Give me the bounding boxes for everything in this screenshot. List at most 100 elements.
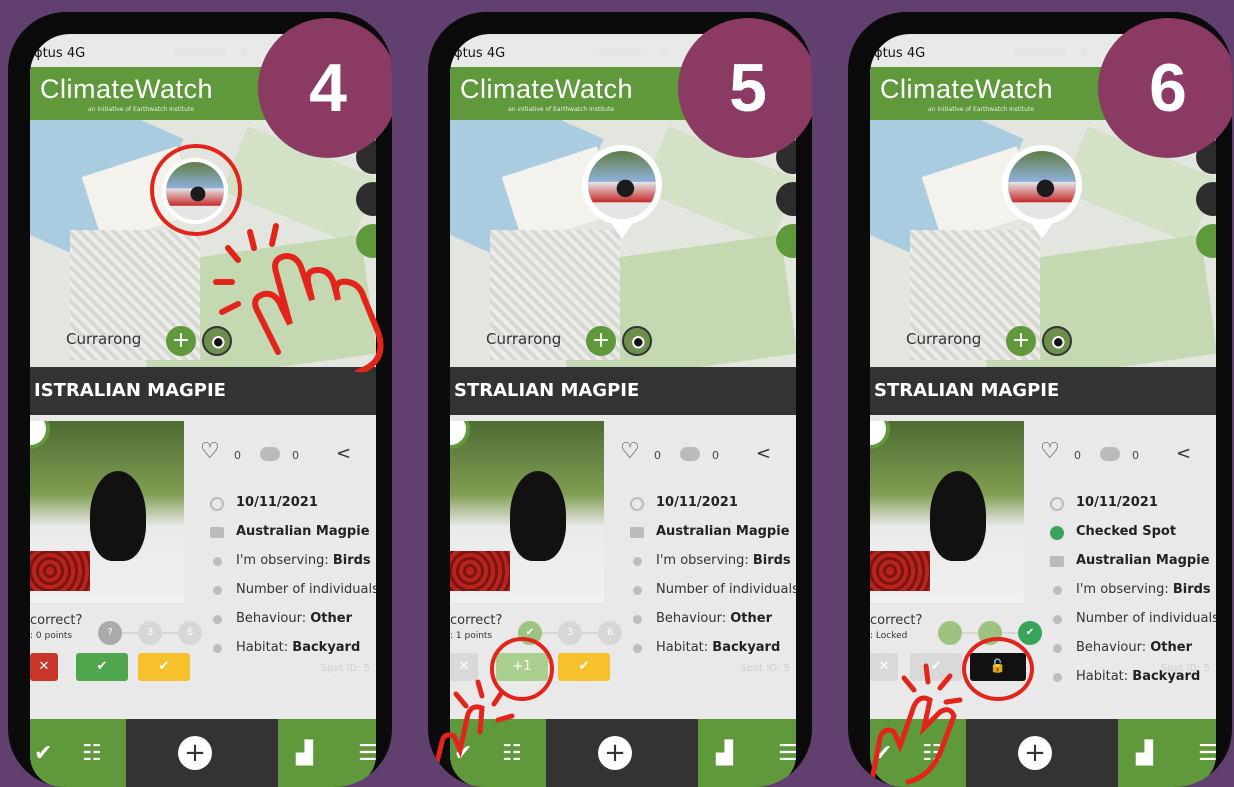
dot-icon: [1053, 615, 1062, 624]
comments-count: 0: [292, 449, 299, 462]
heart-icon[interactable]: ♡: [200, 441, 220, 463]
spot-detail: ♡ 0 0 < 10/11/2021 Australian Magpie I'm…: [450, 415, 796, 709]
bottom-nav: ✔ ☷ + ▟ ☰: [450, 719, 796, 787]
map-marker-photo[interactable]: [582, 145, 662, 239]
heart-icon[interactable]: ♡: [620, 441, 640, 463]
dot-icon: [633, 586, 642, 595]
add-at-place-button[interactable]: +: [166, 326, 196, 356]
map-marker-photo[interactable]: [1002, 145, 1082, 239]
comment-icon[interactable]: [260, 447, 280, 461]
phone-step-6: ɸtus 4G ClimateWatch an initiative of Ea…: [848, 12, 1232, 787]
spot-photo[interactable]: [30, 421, 184, 603]
spot-thumbnail[interactable]: [622, 326, 652, 356]
progress-step: ?: [98, 621, 122, 645]
map-view[interactable]: Currarong +: [30, 120, 376, 378]
info-species[interactable]: Australian Magpie: [630, 524, 796, 553]
species-title: STRALIAN MAGPIE: [870, 367, 1216, 415]
clock-icon: [630, 497, 644, 511]
info-individuals: Number of individuals: 1: [630, 582, 796, 611]
camera: [1080, 48, 1088, 56]
map-view[interactable]: Currarong +: [870, 120, 1216, 378]
share-icon[interactable]: <: [1176, 443, 1191, 465]
confirm-button[interactable]: ✔: [76, 653, 128, 681]
highlight-circle: [150, 144, 242, 236]
spot-thumbnail[interactable]: [202, 326, 232, 356]
app-logo-subtitle: an initiative of Earthwatch Institute: [88, 106, 195, 113]
expert-confirm-button[interactable]: ✔: [138, 653, 190, 681]
share-icon[interactable]: <: [336, 443, 351, 465]
phone-step-4: ɸtus 4G ClimateWatch an initiative of Ea…: [8, 12, 392, 787]
expert-confirm-button[interactable]: ✔: [558, 653, 610, 681]
reject-button[interactable]: ✕: [450, 653, 478, 681]
spot-info-list: 10/11/2021 Australian Magpie I'm observi…: [210, 495, 376, 669]
camera: [660, 48, 668, 56]
dot-icon: [633, 615, 642, 624]
app-logo: ClimateWatch: [40, 74, 214, 104]
comments-count: 0: [1132, 449, 1139, 462]
phone-step-5: ɸtus 4G ClimateWatch an initiative of Ea…: [428, 12, 812, 787]
share-icon[interactable]: <: [756, 443, 771, 465]
reject-button[interactable]: ✕: [30, 653, 58, 681]
dot-icon: [213, 586, 222, 595]
info-species[interactable]: Australian Magpie: [210, 524, 376, 553]
dot-icon: [213, 615, 222, 624]
clock-icon: [1050, 497, 1064, 511]
progress-step: 3: [558, 621, 582, 645]
highlight-circle: [490, 637, 554, 701]
spot-info-list: 10/11/2021 Australian Magpie I'm observi…: [630, 495, 796, 669]
highlight-circle: [962, 637, 1034, 701]
spot-id: Spot ID: 5: [1160, 663, 1210, 674]
menu-icon[interactable]: ☰: [358, 741, 376, 766]
folder-icon: [630, 527, 644, 538]
spot-photo[interactable]: [870, 421, 1024, 603]
spot-thumbnail[interactable]: [1042, 326, 1072, 356]
add-spot-button[interactable]: +: [598, 736, 632, 770]
chart-icon[interactable]: ▟: [716, 741, 733, 766]
correct-question: correct?: [30, 613, 83, 628]
check-icon[interactable]: ✔: [874, 741, 892, 766]
dot-icon: [1053, 673, 1062, 682]
list-icon[interactable]: ☷: [922, 741, 942, 766]
chart-icon[interactable]: ▟: [1136, 741, 1153, 766]
info-species[interactable]: Australian Magpie: [1050, 553, 1216, 582]
app-logo-subtitle: an initiative of Earthwatch Institute: [928, 106, 1035, 113]
folder-icon: [210, 527, 224, 538]
place-name: Currarong: [906, 330, 982, 348]
confirm-button[interactable]: ✔: [910, 653, 962, 681]
check-icon[interactable]: ✔: [454, 741, 472, 766]
list-icon[interactable]: ☷: [502, 741, 522, 766]
app-logo-subtitle: an initiative of Earthwatch Institute: [508, 106, 615, 113]
add-spot-button[interactable]: +: [1018, 736, 1052, 770]
check-icon[interactable]: ✔: [34, 741, 52, 766]
info-individuals: Number of individuals: 1: [1050, 611, 1216, 640]
reject-button[interactable]: ✕: [870, 653, 898, 681]
heart-icon[interactable]: ♡: [1040, 441, 1060, 463]
progress-step: [938, 621, 962, 645]
check-circle-icon: [1050, 526, 1064, 540]
comments-count: 0: [712, 449, 719, 462]
add-at-place-button[interactable]: +: [1006, 326, 1036, 356]
progress-step: 3: [138, 621, 162, 645]
menu-icon[interactable]: ☰: [1198, 741, 1216, 766]
info-behaviour: Behaviour: Other: [210, 611, 376, 640]
map-view[interactable]: Currarong +: [450, 120, 796, 378]
list-icon[interactable]: ☷: [82, 741, 102, 766]
add-spot-button[interactable]: +: [178, 736, 212, 770]
status-bar: ɸtus 4G: [874, 46, 926, 61]
info-observing: I'm observing: Birds: [1050, 582, 1216, 611]
correct-question: correct?: [870, 613, 923, 628]
points-label: : Locked: [870, 631, 908, 641]
folder-icon: [1050, 556, 1064, 567]
camera: [240, 48, 248, 56]
menu-icon[interactable]: ☰: [778, 741, 796, 766]
verify-buttons: ✕ ✔ ✔: [30, 653, 200, 681]
comment-icon[interactable]: [1100, 447, 1120, 461]
info-observing: I'm observing: Birds: [630, 553, 796, 582]
points-label: : 0 points: [30, 631, 73, 641]
comment-icon[interactable]: [680, 447, 700, 461]
add-at-place-button[interactable]: +: [586, 326, 616, 356]
place-name: Currarong: [486, 330, 562, 348]
chart-icon[interactable]: ▟: [296, 741, 313, 766]
species-title: STRALIAN MAGPIE: [450, 367, 796, 415]
spot-photo[interactable]: [450, 421, 604, 603]
